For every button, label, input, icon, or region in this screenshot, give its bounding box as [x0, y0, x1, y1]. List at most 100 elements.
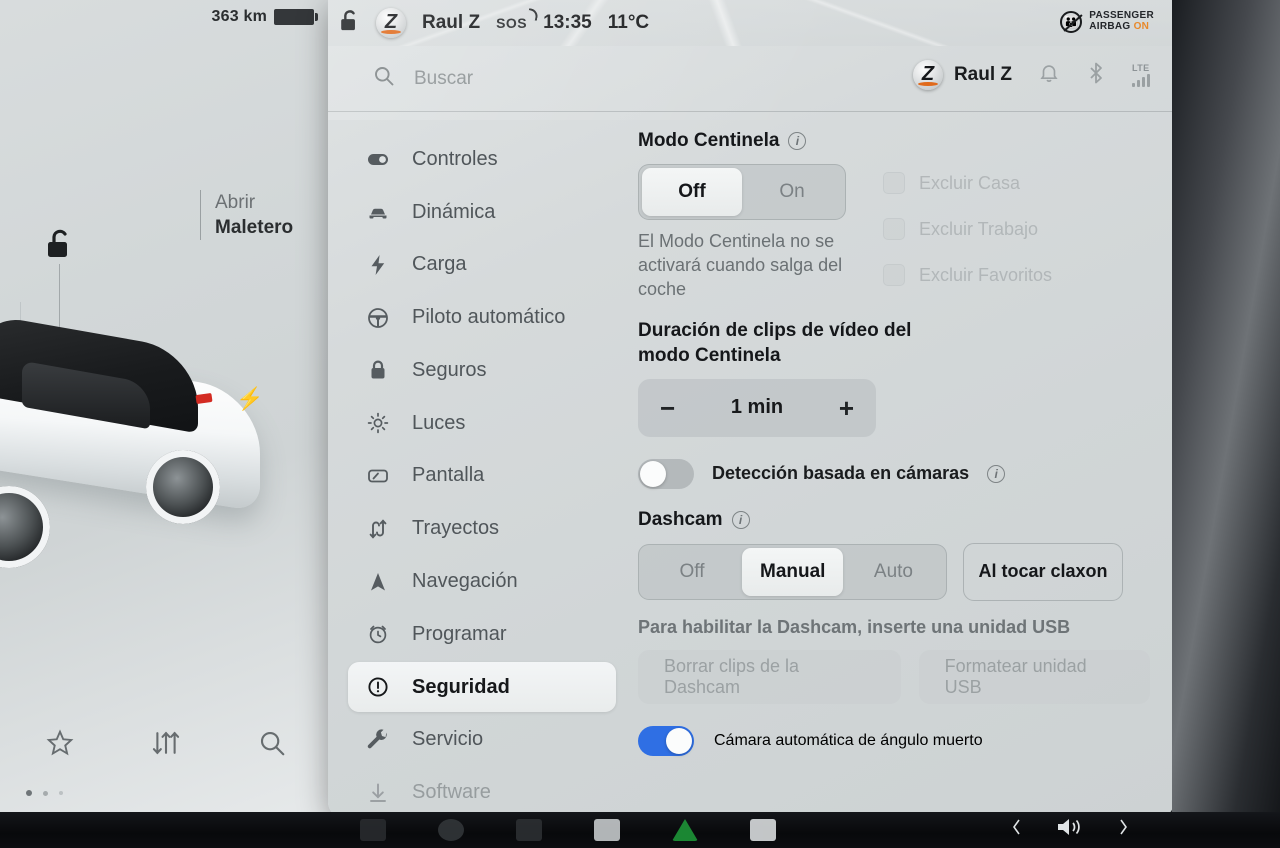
dock-navigation-icon[interactable]: [672, 819, 698, 841]
sidebar-item-label: Pantalla: [412, 464, 485, 487]
chevron-left-icon[interactable]: [1010, 817, 1024, 842]
dock-app-icon[interactable]: [516, 819, 542, 841]
range-value: 363 km: [211, 8, 267, 25]
info-icon[interactable]: i: [731, 510, 750, 529]
settings-sidebar: Controles Dinámica Carga Piloto automático S…: [328, 112, 628, 818]
exclusion-home[interactable]: Excluir Casa: [883, 172, 1052, 194]
sidebar-item-trayectos[interactable]: Trayectos: [348, 503, 616, 554]
car-status-panel: 363 km Abrir Maletero ⚡: [0, 0, 332, 812]
lte-signal-icon: LTE: [1132, 63, 1150, 87]
increment-button[interactable]: +: [839, 395, 854, 421]
avatar-accent: [381, 30, 401, 34]
delete-dashcam-clips-button[interactable]: Borrar clips de la Dashcam: [638, 649, 901, 704]
bluetooth-icon[interactable]: [1086, 61, 1106, 90]
dashcam-option-off[interactable]: Off: [642, 548, 742, 596]
chevron-right-icon[interactable]: [1116, 817, 1130, 842]
checkbox[interactable]: [883, 218, 905, 240]
app-dock: [330, 812, 1030, 848]
toggle-knob: [666, 727, 692, 754]
sidebar-item-seguros[interactable]: Seguros: [348, 345, 616, 396]
sidebar-item-software[interactable]: Software: [348, 767, 616, 818]
sidebar-item-seguridad[interactable]: Seguridad: [348, 661, 616, 713]
dashcam-option-manual[interactable]: Manual: [742, 547, 844, 596]
page-dot-active[interactable]: [26, 790, 32, 796]
trunk-callout[interactable]: Abrir Maletero: [200, 190, 293, 241]
wrench-icon: [366, 728, 390, 752]
exclusion-favorites-label: Excluir Favoritos: [919, 264, 1053, 285]
checkbox[interactable]: [883, 172, 905, 194]
sentry-mode-title: Modo Centinela: [638, 130, 780, 151]
airbag-line2: AIRBAG: [1089, 21, 1131, 32]
routes-icon: [366, 517, 390, 541]
blind-spot-camera-toggle[interactable]: [638, 725, 694, 756]
alert-circle-icon: [366, 675, 390, 699]
sentry-mode-description: El Modo Centinela no se activará cuando …: [638, 231, 843, 299]
dashcam-horn-button[interactable]: Al tocar claxon: [963, 542, 1123, 601]
sidebar-item-label: Carga: [412, 253, 467, 276]
sentry-exclusions-group: Excluir Casa Excluir Trabajo Excluir Fav…: [883, 164, 1052, 286]
sidebar-item-programar[interactable]: Programar: [348, 609, 616, 660]
format-usb-button[interactable]: Formatear unidad USB: [918, 649, 1150, 704]
sentry-option-off[interactable]: Off: [642, 168, 742, 216]
sidebar-item-piloto-automatico[interactable]: Piloto automático: [348, 292, 616, 343]
driver-profile-avatar[interactable]: Z: [376, 8, 406, 38]
page-dot[interactable]: [43, 790, 48, 796]
search-icon[interactable]: [257, 728, 287, 763]
blind-spot-camera-label: Cámara automática de ángulo muerto: [714, 731, 983, 749]
sun-icon: [366, 411, 390, 435]
dock-app-icon[interactable]: [750, 819, 776, 841]
usb-action-buttons: Borrar clips de la Dashcam Formatear uni…: [638, 649, 1150, 704]
vehicle-illustration[interactable]: ⚡: [0, 302, 290, 590]
bell-icon[interactable]: [1038, 61, 1060, 89]
network-type-label: LTE: [1132, 63, 1150, 73]
sidebar-item-luces[interactable]: Luces: [348, 398, 616, 449]
sliders-icon[interactable]: [150, 728, 182, 763]
sidebar-item-servicio[interactable]: Servicio: [348, 714, 616, 765]
sidebar-item-label: Servicio: [412, 728, 484, 751]
search-icon[interactable]: [372, 64, 396, 93]
dashcam-option-auto[interactable]: Auto: [843, 548, 943, 596]
battery-icon: [274, 9, 318, 25]
sidebar-item-carga[interactable]: Carga: [348, 240, 616, 291]
trunk-action-label: Abrir: [215, 192, 256, 213]
checkbox[interactable]: [883, 264, 905, 286]
search-input[interactable]: Buscar: [414, 68, 473, 90]
sidebar-item-pantalla[interactable]: Pantalla: [348, 451, 616, 502]
info-icon[interactable]: i: [987, 464, 1006, 483]
unlock-icon[interactable]: [44, 228, 74, 384]
dock-app-icon[interactable]: [594, 819, 620, 841]
lock-icon: [366, 358, 390, 382]
dashcam-segmented-control: Off Manual Auto: [638, 543, 948, 600]
settings-body: Controles Dinámica Carga Piloto automático S…: [328, 112, 1174, 818]
range-indicator: 363 km: [211, 8, 318, 26]
airbag-text: PASSENGER AIRBAG ON: [1089, 10, 1154, 33]
blind-spot-row: Cámara automática de ángulo muerto: [638, 725, 1150, 756]
decrement-button[interactable]: −: [660, 395, 675, 421]
favorites-icon[interactable]: [45, 728, 75, 763]
clip-duration-title: Duración de clips de vídeo del modo Cent…: [638, 320, 912, 366]
sos-indicator[interactable]: SOS: [496, 8, 540, 31]
rear-wheel: [0, 486, 50, 568]
dock-app-icon[interactable]: [360, 819, 386, 841]
exclusion-favorites[interactable]: Excluir Favoritos: [883, 264, 1052, 286]
sentry-option-on[interactable]: On: [742, 168, 842, 216]
sentry-mode-row: Off On El Modo Centinela no se activará …: [638, 164, 1150, 301]
sos-signal-arc: [527, 8, 540, 21]
exclusion-work[interactable]: Excluir Trabajo: [883, 218, 1052, 240]
dashcam-title: Dashcam: [638, 508, 723, 530]
exclusion-work-label: Excluir Trabajo: [919, 218, 1039, 239]
info-icon[interactable]: i: [788, 132, 807, 150]
volume-icon[interactable]: [1054, 815, 1086, 844]
sidebar-item-controles[interactable]: Controles: [348, 134, 616, 185]
charge-port-bolt-icon: ⚡: [236, 386, 264, 411]
header-profile[interactable]: Z Raul Z: [912, 60, 1012, 90]
unlock-icon[interactable]: [338, 9, 360, 38]
sidebar-item-navegacion[interactable]: Navegación: [348, 556, 616, 607]
dock-app-icon[interactable]: [438, 819, 464, 841]
navigation-arrow-icon: [366, 570, 390, 594]
page-dot[interactable]: [59, 791, 63, 795]
sidebar-item-dinamica[interactable]: Dinámica: [348, 187, 616, 238]
camera-detection-toggle[interactable]: [638, 458, 694, 489]
sos-label: SOS: [496, 15, 528, 31]
page-indicator-dots: [26, 790, 63, 796]
